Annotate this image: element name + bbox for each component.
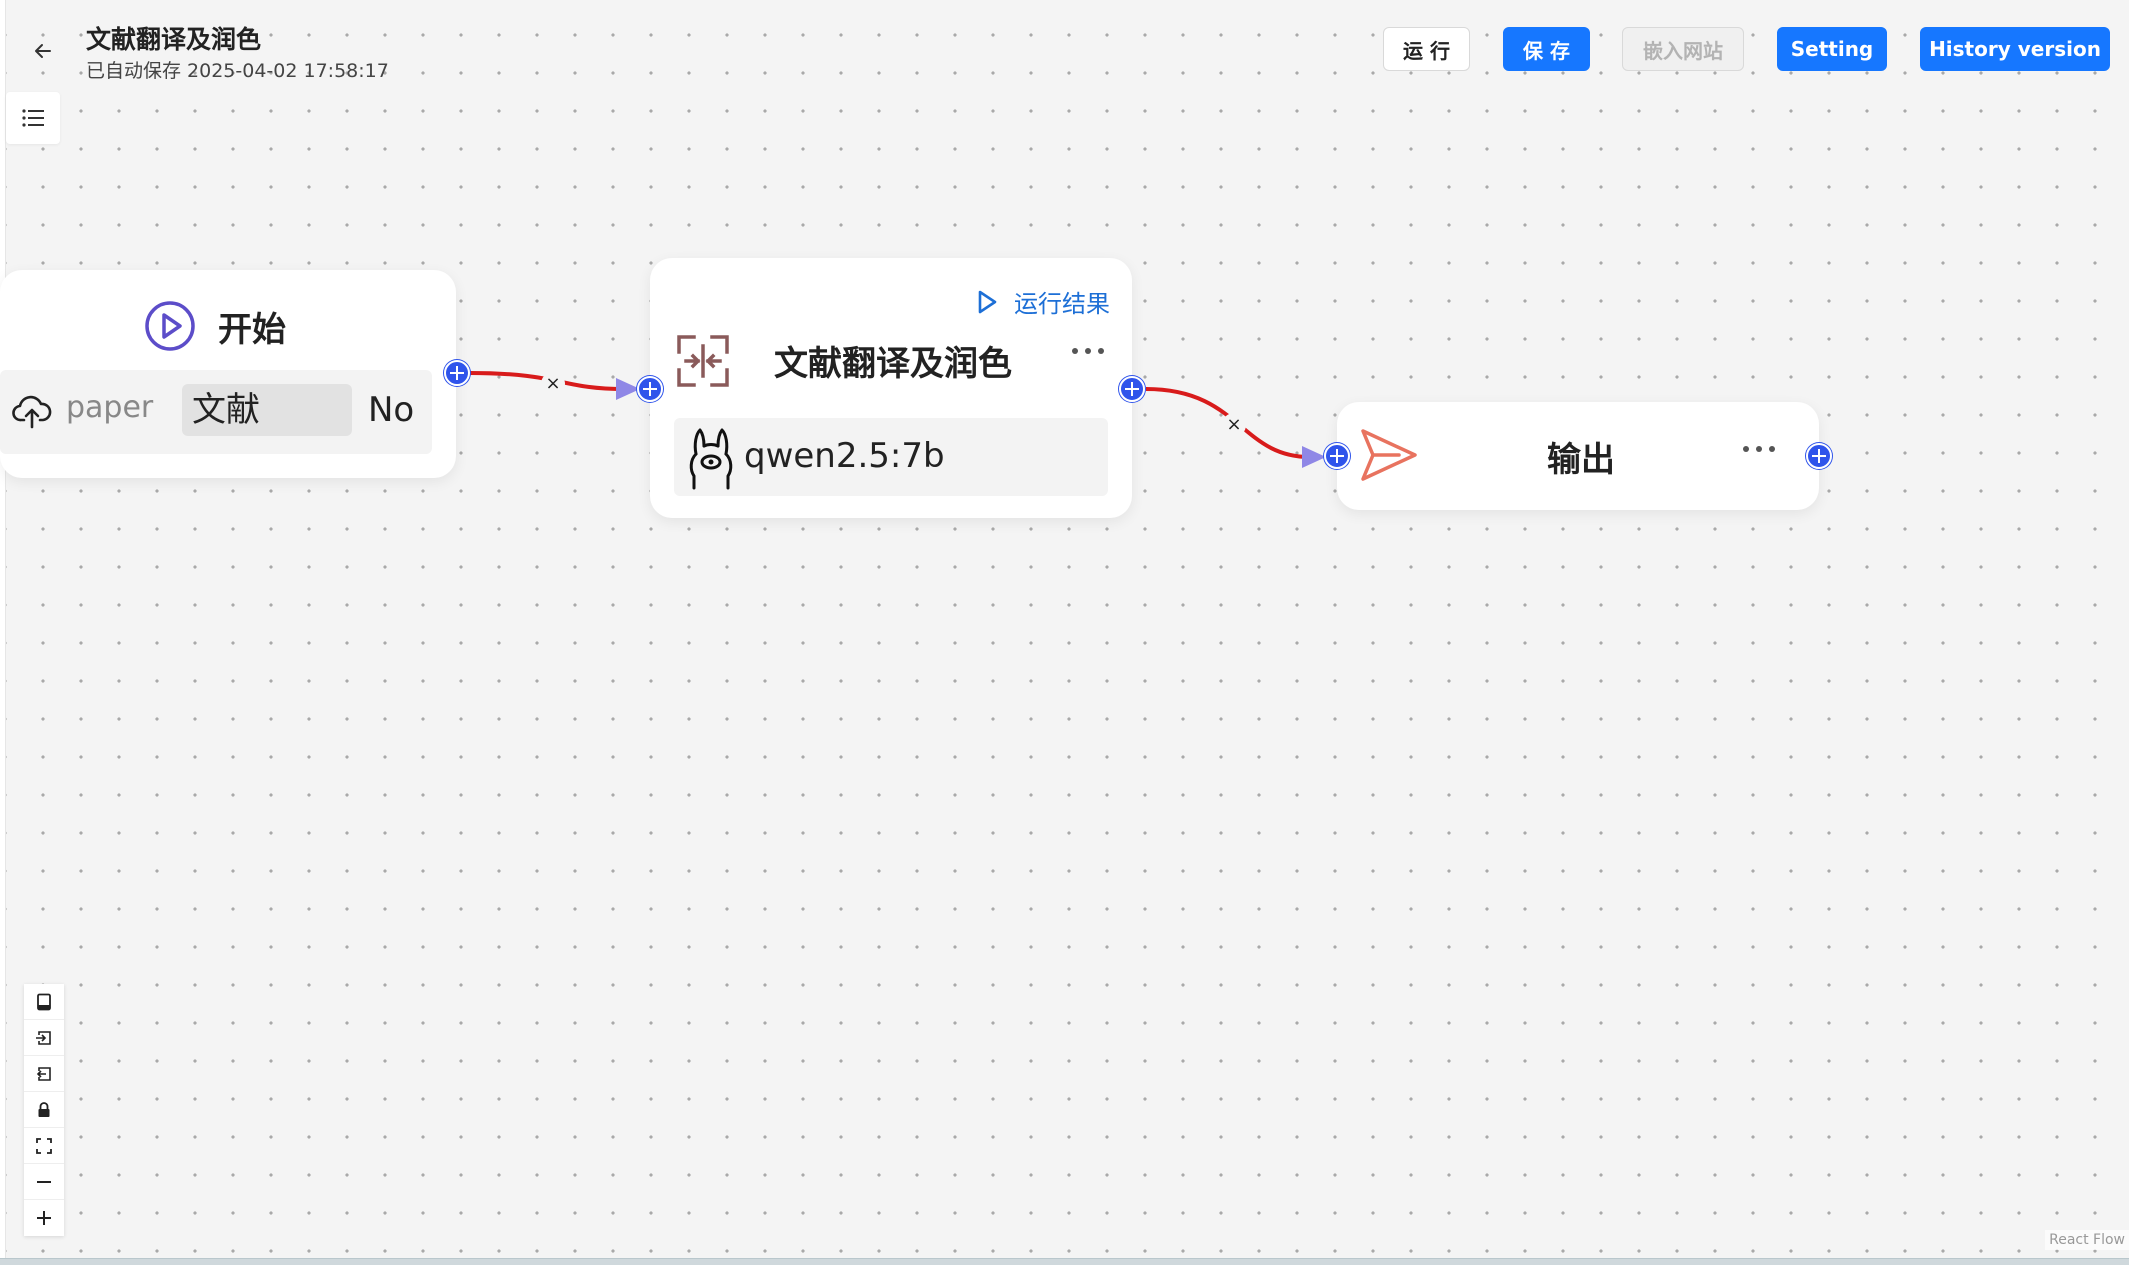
output-node[interactable]: 输出 xyxy=(1337,402,1819,510)
panel-icon xyxy=(37,993,51,1010)
model-name: qwen2.5:7b xyxy=(744,436,945,476)
panel-button[interactable] xyxy=(24,984,64,1020)
workflow-editor: 文献翻译及润色 已自动保存 2025-04-02 17:58:17 运 行 保 … xyxy=(0,0,2129,1265)
setting-button[interactable]: Setting xyxy=(1777,27,1887,71)
edge-delete-button[interactable]: × xyxy=(541,372,565,396)
fit-view-button[interactable] xyxy=(24,1128,64,1164)
left-edge-strip xyxy=(0,0,6,1265)
fit-view-icon xyxy=(36,1137,52,1154)
bottom-bar xyxy=(0,1258,2129,1265)
llm-target-handle[interactable] xyxy=(637,376,663,402)
output-node-title: 输出 xyxy=(1547,440,1615,480)
run-button[interactable]: 运 行 xyxy=(1383,27,1470,71)
more-options-icon[interactable] xyxy=(1737,440,1781,458)
import-icon xyxy=(36,1030,51,1045)
save-button[interactable]: 保 存 xyxy=(1503,27,1590,71)
llm-node-title: 文献翻译及润色 xyxy=(774,344,1012,384)
zoom-in-button[interactable] xyxy=(24,1200,64,1236)
arrow-left-icon xyxy=(35,44,51,58)
start-node-header: 开始 xyxy=(144,300,286,352)
start-node-title: 开始 xyxy=(218,309,286,350)
llama-icon xyxy=(689,428,733,490)
start-node[interactable]: 开始 paper 文献 No xyxy=(0,270,456,478)
import-button[interactable] xyxy=(24,1020,64,1056)
export-icon xyxy=(36,1066,51,1081)
output-target-handle[interactable] xyxy=(1324,443,1350,469)
param-required: No xyxy=(368,390,415,430)
zoom-out-icon xyxy=(37,1180,51,1183)
param-name: paper xyxy=(66,390,154,425)
lock-icon xyxy=(38,1101,50,1117)
back-button[interactable] xyxy=(26,34,60,68)
run-result-label: 运行结果 xyxy=(1014,290,1110,318)
output-source-handle[interactable] xyxy=(1806,443,1832,469)
zoom-in-icon xyxy=(37,1211,51,1225)
list-icon xyxy=(22,109,44,127)
model-row[interactable]: qwen2.5:7b xyxy=(674,418,1108,496)
page-title: 文献翻译及润色 xyxy=(86,25,262,54)
cloud-upload-icon xyxy=(12,395,52,429)
llm-node[interactable]: 运行结果 文献翻译及润色 qwen2.5:7b xyxy=(650,258,1132,518)
start-param-row[interactable]: paper 文献 No xyxy=(0,370,432,454)
more-options-icon[interactable] xyxy=(1066,342,1110,360)
lock-button[interactable] xyxy=(24,1092,64,1128)
export-button[interactable] xyxy=(24,1056,64,1092)
autosave-status: 已自动保存 2025-04-02 17:58:17 xyxy=(86,60,389,82)
sidebar-toggle-button[interactable] xyxy=(6,92,60,144)
start-source-handle[interactable] xyxy=(444,360,470,386)
embed-website-button[interactable]: 嵌入网站 xyxy=(1622,27,1744,71)
react-flow-attribution[interactable]: React Flow xyxy=(2045,1230,2129,1250)
play-circle-icon xyxy=(145,301,195,351)
collapse-icon xyxy=(677,335,729,387)
llm-source-handle[interactable] xyxy=(1119,376,1145,402)
send-icon xyxy=(1361,429,1417,481)
history-version-button[interactable]: History version xyxy=(1920,27,2110,71)
run-result-button[interactable]: 运行结果 xyxy=(976,284,1110,319)
flow-controls xyxy=(24,984,64,1236)
play-icon xyxy=(978,290,997,313)
edge-delete-button[interactable]: × xyxy=(1222,413,1246,437)
zoom-out-button[interactable] xyxy=(24,1164,64,1200)
param-label-tag: 文献 xyxy=(182,384,352,436)
flow-canvas[interactable] xyxy=(6,0,2129,1258)
